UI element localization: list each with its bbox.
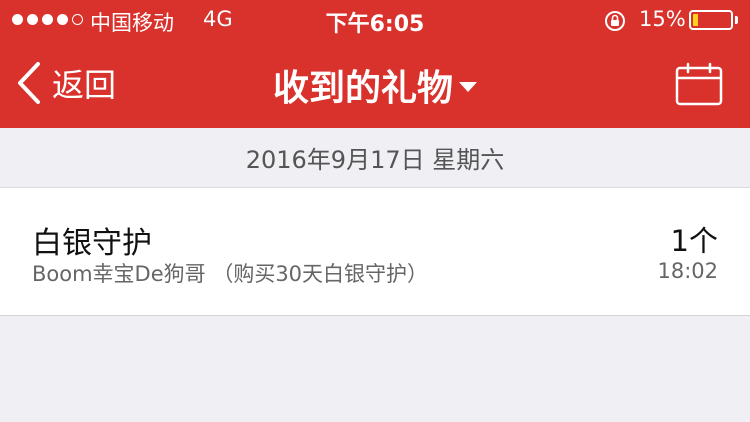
page-title: 收到的礼物: [272, 68, 453, 109]
battery-icon: [689, 10, 733, 30]
rotation-lock-icon: [605, 11, 625, 31]
calendar-icon[interactable]: [674, 62, 724, 108]
battery-percent: 15%: [639, 7, 686, 31]
status-bar: 中国移动 4G 下午6:05 15%: [0, 0, 750, 40]
top-bar: 中国移动 4G 下午6:05 15% 返回 收到的礼物: [0, 0, 750, 128]
gift-detail: Boom幸宝De狗哥 （购买30天白银守护）: [32, 262, 429, 286]
gift-count: 1个: [670, 224, 718, 258]
gift-time: 18:02: [657, 259, 718, 283]
status-time: 下午6:05: [325, 12, 425, 37]
navigation-bar: 返回 收到的礼物: [0, 40, 750, 128]
title-dropdown[interactable]: 收到的礼物: [0, 59, 750, 111]
battery-fill: [693, 14, 698, 26]
battery-tip: [735, 16, 738, 24]
gift-list-item[interactable]: 白银守护 Boom幸宝De狗哥 （购买30天白银守护） 1个 18:02: [0, 188, 750, 316]
date-section-header: 2016年9月17日 星期六: [0, 128, 750, 188]
gift-name: 白银守护: [32, 226, 152, 261]
caret-down-icon: [459, 82, 477, 92]
